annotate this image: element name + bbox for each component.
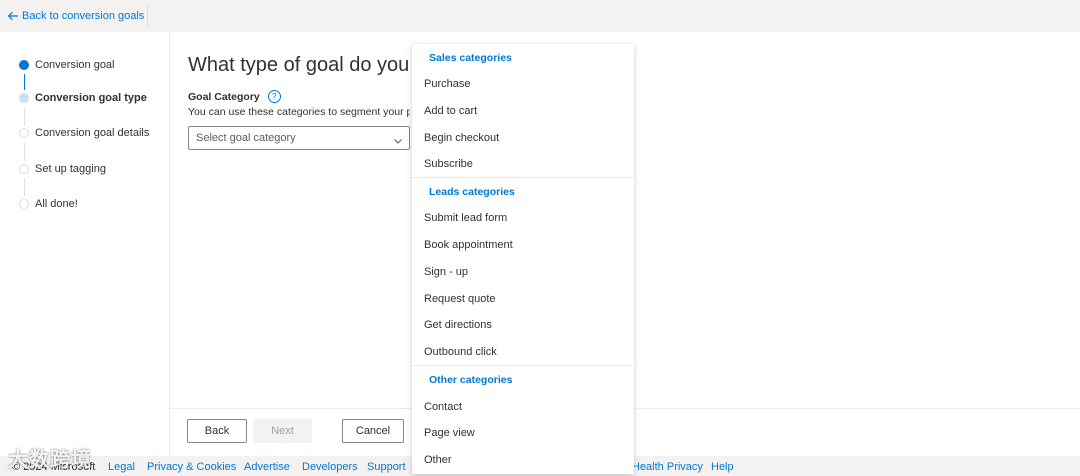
- option-label: Sign - up: [424, 266, 469, 278]
- option-purchase[interactable]: Purchase: [412, 73, 634, 97]
- goal-category-select[interactable]: Select goal category: [188, 126, 410, 150]
- group-header-sales: Sales categories: [429, 52, 512, 64]
- cancel-button[interactable]: Cancel: [342, 419, 404, 443]
- chevron-down-icon: [393, 133, 403, 151]
- option-label: Subscribe: [424, 158, 473, 170]
- back-link-label: Back to conversion goals: [22, 10, 145, 22]
- footer-link-support[interactable]: Support: [367, 461, 406, 473]
- watermark-logo: 大数跨境: [8, 449, 92, 471]
- option-label: Purchase: [424, 78, 471, 90]
- footer-link-health-privacy[interactable]: Health Privacy: [632, 461, 703, 473]
- select-placeholder: Select goal category: [196, 132, 296, 144]
- wizard-steps-sidebar: Conversion goal Conversion goal type Con…: [0, 32, 170, 456]
- option-page-view[interactable]: Page view: [412, 422, 634, 446]
- option-submit-lead-form[interactable]: Submit lead form: [412, 207, 634, 231]
- step-label: All done!: [35, 198, 78, 210]
- option-label: Book appointment: [424, 239, 513, 251]
- option-get-directions[interactable]: Get directions: [412, 314, 634, 338]
- option-label: Page view: [424, 427, 475, 439]
- option-label: Outbound click: [424, 346, 497, 358]
- footer-link-advertise[interactable]: Advertise: [244, 461, 290, 473]
- step-connector: [24, 143, 25, 161]
- option-label: Submit lead form: [424, 212, 508, 224]
- option-other[interactable]: Other: [412, 449, 634, 473]
- goal-category-dropdown: Sales categories Purchase Add to cart Be…: [412, 44, 634, 474]
- option-subscribe[interactable]: Subscribe: [412, 153, 634, 177]
- step-label: Conversion goal type: [35, 92, 147, 104]
- footer-link-legal[interactable]: Legal: [108, 461, 135, 473]
- option-book-appointment[interactable]: Book appointment: [412, 234, 634, 258]
- option-request-quote[interactable]: Request quote: [412, 288, 634, 312]
- step-done-icon: [19, 60, 29, 70]
- option-label: Request quote: [424, 293, 496, 305]
- page-title: What type of goal do you: [188, 54, 410, 76]
- topbar-divider: [147, 4, 148, 28]
- footer-link-help[interactable]: Help: [711, 461, 734, 473]
- group-header-other: Other categories: [429, 374, 513, 386]
- option-outbound-click[interactable]: Outbound click: [412, 341, 634, 365]
- option-sign-up[interactable]: Sign - up: [412, 261, 634, 285]
- goal-category-description: You can use these categories to segment …: [188, 106, 410, 118]
- option-label: Contact: [424, 401, 462, 413]
- goal-category-label: Goal Category ?: [188, 90, 281, 103]
- step-connector: [24, 108, 25, 126]
- option-add-to-cart[interactable]: Add to cart: [412, 100, 634, 124]
- step-connector: [24, 74, 25, 90]
- step-label: Set up tagging: [35, 163, 106, 175]
- option-begin-checkout[interactable]: Begin checkout: [412, 127, 634, 151]
- field-label-text: Goal Category: [188, 90, 260, 103]
- back-to-conversion-goals-link[interactable]: Back to conversion goals: [7, 8, 144, 24]
- step-todo-icon: [19, 164, 29, 174]
- group-header-leads: Leads categories: [429, 186, 515, 198]
- back-button[interactable]: Back: [187, 419, 247, 443]
- option-label: Begin checkout: [424, 132, 500, 144]
- top-bar: Back to conversion goals: [0, 0, 1080, 32]
- option-contact[interactable]: Contact: [412, 396, 634, 420]
- step-label: Conversion goal: [35, 59, 115, 71]
- step-label: Conversion goal details: [35, 127, 150, 139]
- option-label: Add to cart: [424, 105, 478, 117]
- step-current-icon: [19, 93, 29, 103]
- group-divider: [412, 365, 634, 366]
- group-divider: [412, 177, 634, 178]
- footer-link-developers[interactable]: Developers: [302, 461, 358, 473]
- option-label: Other: [424, 454, 452, 466]
- step-todo-icon: [19, 199, 29, 209]
- footer-link-privacy[interactable]: Privacy & Cookies: [147, 461, 236, 473]
- next-button[interactable]: Next: [253, 419, 312, 443]
- option-label: Get directions: [424, 319, 492, 331]
- help-icon[interactable]: ?: [267, 90, 281, 103]
- step-todo-icon: [19, 128, 29, 138]
- arrow-left-icon: [7, 10, 19, 22]
- step-connector: [24, 178, 25, 196]
